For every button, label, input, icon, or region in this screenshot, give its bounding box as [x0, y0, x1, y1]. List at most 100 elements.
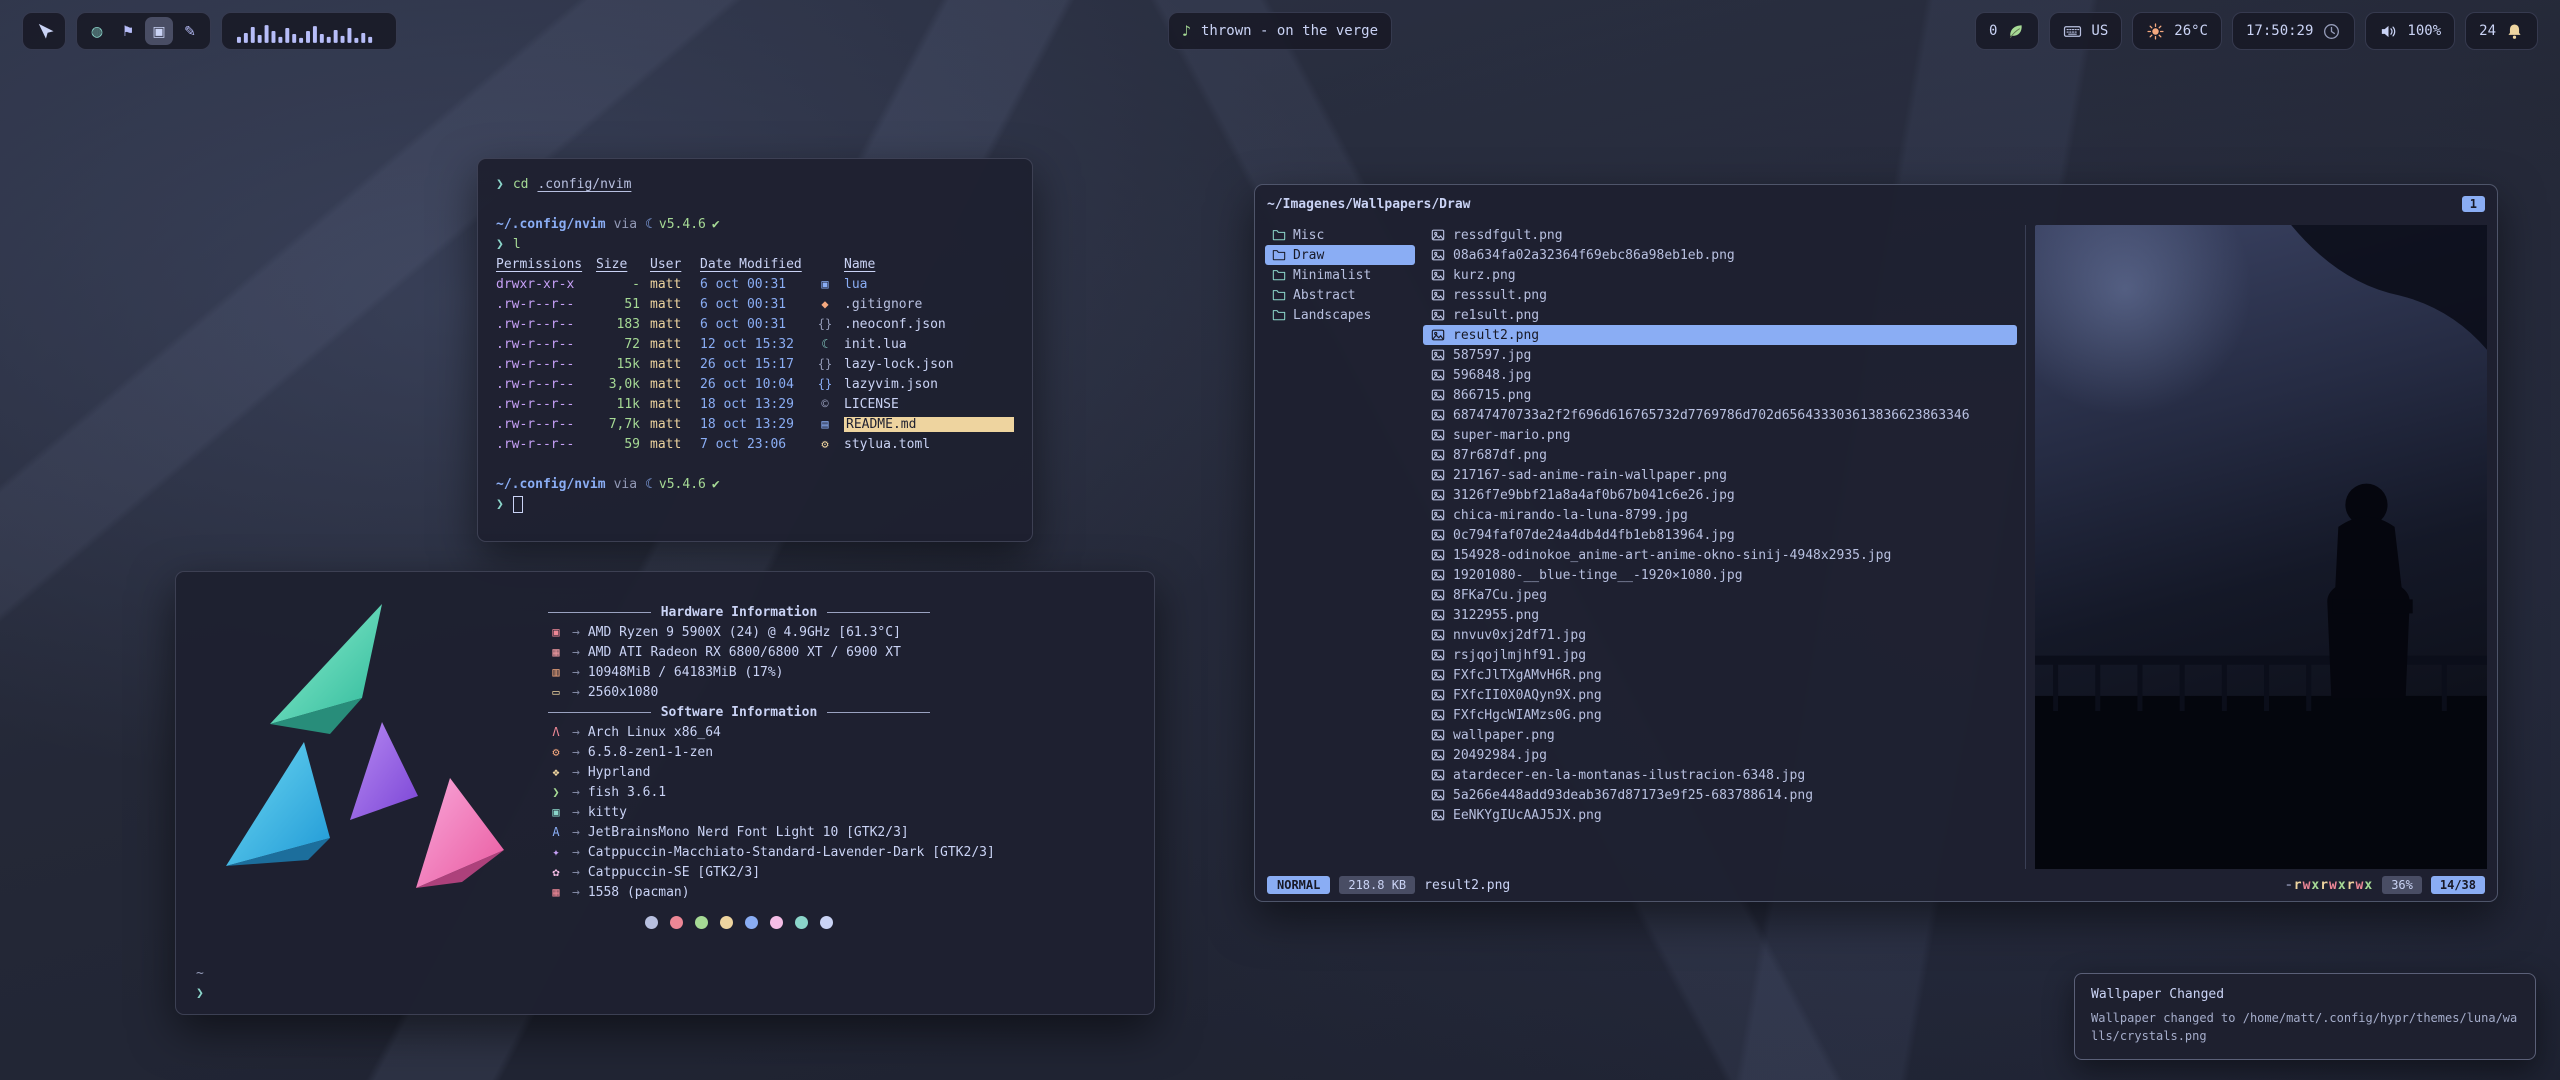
- file-name: 8FKa7Cu.jpeg: [1453, 588, 1547, 603]
- file-size: 11k: [596, 397, 640, 412]
- file-name: 596848.jpg: [1453, 368, 1531, 383]
- prompt-path: ~/.config/nvim: [496, 217, 606, 232]
- launcher-button[interactable]: [22, 12, 66, 50]
- file-row[interactable]: super-mario.png: [1423, 425, 2017, 445]
- workspace-button[interactable]: ▣: [145, 17, 173, 45]
- file-row[interactable]: atardecer-en-la-montanas-ilustracion-634…: [1423, 765, 2017, 785]
- file-row[interactable]: 87r687df.png: [1423, 445, 2017, 465]
- fetch-shell-prompt[interactable]: ~ ❯: [196, 964, 204, 1004]
- updates-module[interactable]: 0: [1975, 12, 2039, 50]
- file-name: 19201080-__blue-tinge__-1920×1080.jpg: [1453, 568, 1743, 583]
- file-row[interactable]: 0c794faf07de24a4db4d4fb1eb813964.jpg: [1423, 525, 2017, 545]
- file-name: LICENSE: [844, 397, 1014, 412]
- file-row[interactable]: chica-mirando-la-luna-8799.jpg: [1423, 505, 2017, 525]
- image-file-icon: [1431, 608, 1445, 622]
- keyboard-layout: US: [2091, 23, 2108, 39]
- file-row[interactable]: 8FKa7Cu.jpeg: [1423, 585, 2017, 605]
- file-row[interactable]: 5a266e448add93deab367d87173e9f25-6837886…: [1423, 785, 2017, 805]
- file-row[interactable]: 596848.jpg: [1423, 365, 2017, 385]
- file-row[interactable]: result2.png: [1423, 325, 2017, 345]
- weather-module[interactable]: 26°C: [2132, 12, 2222, 50]
- workspace-icon: ⚑: [122, 24, 135, 38]
- clock-icon: [2322, 22, 2341, 41]
- file-row[interactable]: 08a634fa02a32364f69ebc86a98eb1eb.png: [1423, 245, 2017, 265]
- media-player-widget[interactable]: ♪ thrown - on the verge: [1168, 12, 1392, 50]
- folder-name: Draw: [1293, 248, 1324, 263]
- arrow-separator: →: [572, 645, 580, 660]
- terminal-window[interactable]: ❯cd.config/nvim ~/.config/nvimvia☾v5.4.6…: [477, 158, 1033, 542]
- info-bullet-icon: ▭: [548, 685, 564, 699]
- volume-level: 100%: [2407, 23, 2441, 39]
- info-bullet-icon: ▥: [548, 665, 564, 679]
- file-row[interactable]: 866715.png: [1423, 385, 2017, 405]
- info-bullet-icon: Λ: [548, 725, 564, 739]
- hardware-title: Hardware Information: [661, 605, 818, 620]
- image-file-icon: [1431, 408, 1445, 422]
- file-name: ressdfgult.png: [1453, 228, 1563, 243]
- info-line: ▥ → 10948MiB / 64183MiB (17%): [548, 662, 1120, 682]
- sidebar-folder-item[interactable]: Landscapes: [1265, 305, 1415, 325]
- file-name: .neoconf.json: [844, 317, 1014, 332]
- system-fetch-window[interactable]: Hardware Information ▣ → AMD Ryzen 9 590…: [175, 571, 1155, 1015]
- status-filename: result2.png: [1424, 878, 1510, 893]
- notification-toast[interactable]: Wallpaper Changed Wallpaper changed to /…: [2074, 973, 2536, 1060]
- image-file-icon: [1431, 808, 1445, 822]
- file-row[interactable]: 3122955.png: [1423, 605, 2017, 625]
- file-row[interactable]: kurz.png: [1423, 265, 2017, 285]
- file-row[interactable]: 587597.jpg: [1423, 345, 2017, 365]
- file-owner: matt: [650, 317, 690, 332]
- info-bullet-icon: ▣: [548, 805, 564, 819]
- sidebar-folder-item[interactable]: Minimalist: [1265, 265, 1415, 285]
- file-row[interactable]: FXfcII0X0AQyn9X.png: [1423, 685, 2017, 705]
- filetype-icon: ◆: [816, 297, 834, 311]
- workspace-button[interactable]: ◍: [83, 17, 111, 45]
- file-row[interactable]: 3126f7e9bbf21a8a4af0b67b041c6e26.jpg: [1423, 485, 2017, 505]
- volume-module[interactable]: 100%: [2365, 12, 2455, 50]
- terminal-input-line[interactable]: ❯: [496, 494, 1014, 514]
- workspace-icon: ▣: [152, 24, 165, 38]
- clock-module[interactable]: 17:50:29: [2232, 12, 2355, 50]
- file-row[interactable]: FXfcJlTXgAMvH6R.png: [1423, 665, 2017, 685]
- file-row[interactable]: EeNKYgIUcAAJ5JX.png: [1423, 805, 2017, 825]
- notifications-module[interactable]: 24: [2465, 12, 2538, 50]
- info-line: Λ → Arch Linux x86_64: [548, 722, 1120, 742]
- file-row[interactable]: 217167-sad-anime-rain-wallpaper.png: [1423, 465, 2017, 485]
- workspace-button[interactable]: ✎: [176, 17, 204, 45]
- file-row[interactable]: rsjqojlmjhf91.jpg: [1423, 645, 2017, 665]
- image-file-icon: [1431, 508, 1445, 522]
- permission-char: x: [2338, 878, 2347, 893]
- file-row[interactable]: 19201080-__blue-tinge__-1920×1080.jpg: [1423, 565, 2017, 585]
- file-name: 217167-sad-anime-rain-wallpaper.png: [1453, 468, 1727, 483]
- sidebar-folder-item[interactable]: Abstract: [1265, 285, 1415, 305]
- file-permissions: drwxr-xr-x: [496, 277, 586, 292]
- keyboard-layout-module[interactable]: US: [2049, 12, 2122, 50]
- file-row[interactable]: 20492984.jpg: [1423, 745, 2017, 765]
- file-row[interactable]: wallpaper.png: [1423, 725, 2017, 745]
- image-file-icon: [1431, 468, 1445, 482]
- file-manager-window[interactable]: ~/Imagenes/Wallpapers/Draw 1 Misc Draw: [1254, 184, 2498, 902]
- file-row[interactable]: nnvuv0xj2df71.jpg: [1423, 625, 2017, 645]
- file-row[interactable]: resssult.png: [1423, 285, 2017, 305]
- terminal-command-line: ❯l: [496, 234, 1014, 254]
- file-permissions: .rw-r--r--: [496, 377, 586, 392]
- file-manager-header: ~/Imagenes/Wallpapers/Draw 1: [1255, 185, 2497, 223]
- file-name: 3122955.png: [1453, 608, 1539, 623]
- software-title: Software Information: [661, 705, 818, 720]
- info-value: AMD ATI Radeon RX 6800/6800 XT / 6900 XT: [588, 645, 901, 660]
- file-row[interactable]: 68747470733a2f2f696d616765732d7769786d70…: [1423, 405, 2017, 425]
- file-row[interactable]: ressdfgult.png: [1423, 225, 2017, 245]
- sidebar-folder-item[interactable]: Draw: [1265, 245, 1415, 265]
- sidebar-folder-item[interactable]: Misc: [1265, 225, 1415, 245]
- lua-moon-icon: ☾: [645, 477, 653, 492]
- file-permissions: .rw-r--r--: [496, 437, 586, 452]
- file-row[interactable]: 154928-odinokoe_anime-art-anime-okno-sin…: [1423, 545, 2017, 565]
- filetype-icon: {}: [816, 357, 834, 371]
- file-name: re1sult.png: [1453, 308, 1539, 323]
- lua-version: v5.4.6: [659, 217, 706, 232]
- updates-count: 0: [1989, 23, 1997, 39]
- file-row[interactable]: FXfcHgcWIAMzs0G.png: [1423, 705, 2017, 725]
- permission-char: x: [2364, 878, 2373, 893]
- tab-badge[interactable]: 1: [2462, 196, 2485, 212]
- file-row[interactable]: re1sult.png: [1423, 305, 2017, 325]
- workspace-button[interactable]: ⚑: [114, 17, 142, 45]
